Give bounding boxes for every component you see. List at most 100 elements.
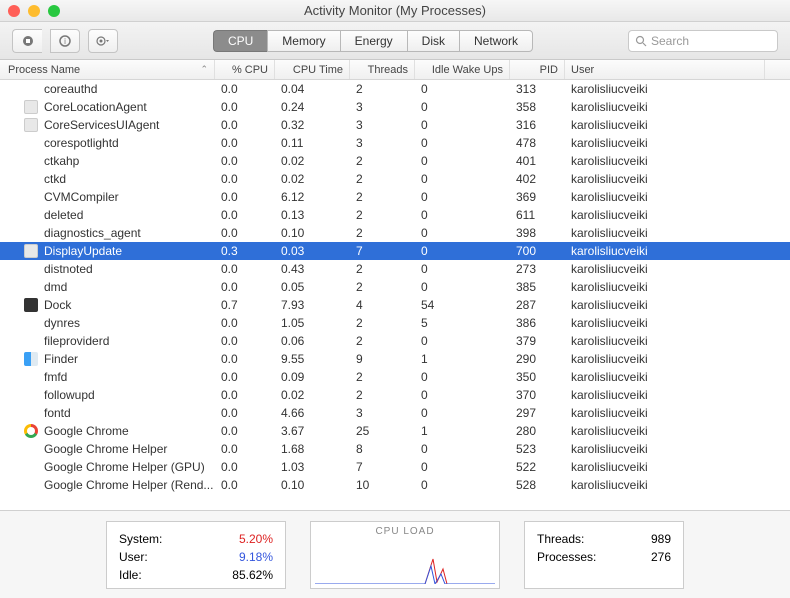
table-row[interactable]: Google Chrome Helper0.01.6880523karolisl… xyxy=(0,440,790,458)
inspect-process-button[interactable]: i xyxy=(50,29,80,53)
pid-value: 402 xyxy=(510,172,565,186)
settings-button[interactable] xyxy=(88,29,118,53)
pid-value: 523 xyxy=(510,442,565,456)
pid-value: 398 xyxy=(510,226,565,240)
table-row[interactable]: coreauthd0.00.0420313karolisliucveiki xyxy=(0,80,790,98)
table-row[interactable]: ctkahp0.00.0220401karolisliucveiki xyxy=(0,152,790,170)
search-input[interactable]: Search xyxy=(628,30,778,52)
pid-value: 478 xyxy=(510,136,565,150)
threads-value: 3 xyxy=(350,406,415,420)
pid-value: 700 xyxy=(510,244,565,258)
threads-value: 2 xyxy=(350,190,415,204)
process-icon xyxy=(24,100,38,114)
col-idle-wake[interactable]: Idle Wake Ups xyxy=(415,60,510,79)
process-name: dmd xyxy=(44,280,67,294)
table-row[interactable]: distnoted0.00.4320273karolisliucveiki xyxy=(0,260,790,278)
threads-value: 3 xyxy=(350,136,415,150)
user-value: karolisliucveiki xyxy=(565,334,765,348)
search-placeholder: Search xyxy=(651,34,689,48)
table-row[interactable]: dmd0.00.0520385karolisliucveiki xyxy=(0,278,790,296)
cpu-value: 0.0 xyxy=(215,136,275,150)
user-value: karolisliucveiki xyxy=(565,478,765,492)
tab-memory[interactable]: Memory xyxy=(267,30,339,52)
cputime-value: 7.93 xyxy=(275,298,350,312)
window-title: Activity Monitor (My Processes) xyxy=(0,3,790,18)
col-threads[interactable]: Threads xyxy=(350,60,415,79)
process-name: fileproviderd xyxy=(44,334,109,348)
process-name: distnoted xyxy=(44,262,93,276)
close-icon[interactable] xyxy=(8,5,20,17)
table-row[interactable]: fileproviderd0.00.0620379karolisliucveik… xyxy=(0,332,790,350)
wake-value: 0 xyxy=(415,370,510,384)
minimize-icon[interactable] xyxy=(28,5,40,17)
svg-text:i: i xyxy=(64,37,66,46)
col-user[interactable]: User xyxy=(565,60,765,79)
col-cpu-time[interactable]: CPU Time xyxy=(275,60,350,79)
user-value: karolisliucveiki xyxy=(565,190,765,204)
table-row[interactable]: CoreServicesUIAgent0.00.3230316karolisli… xyxy=(0,116,790,134)
user-value: karolisliucveiki xyxy=(565,298,765,312)
cputime-value: 4.66 xyxy=(275,406,350,420)
threads-value: 2 xyxy=(350,316,415,330)
col-process-name[interactable]: Process Name⌃ xyxy=(0,60,215,79)
table-row[interactable]: fontd0.04.6630297karolisliucveiki xyxy=(0,404,790,422)
cputime-value: 1.68 xyxy=(275,442,350,456)
process-name: ctkd xyxy=(44,172,66,186)
tab-disk[interactable]: Disk xyxy=(407,30,459,52)
wake-value: 0 xyxy=(415,460,510,474)
table-body: coreauthd0.00.0420313karolisliucveikiCor… xyxy=(0,80,790,494)
table-row[interactable]: CoreLocationAgent0.00.2430358karolisliuc… xyxy=(0,98,790,116)
process-name: CoreLocationAgent xyxy=(44,100,147,114)
pid-value: 528 xyxy=(510,478,565,492)
table-row[interactable]: dynres0.01.0525386karolisliucveiki xyxy=(0,314,790,332)
cpu-value: 0.0 xyxy=(215,388,275,402)
idle-value: 85.62% xyxy=(232,566,273,584)
pid-value: 280 xyxy=(510,424,565,438)
cpu-value: 0.0 xyxy=(215,280,275,294)
process-name: Dock xyxy=(44,298,71,312)
process-name: Google Chrome Helper (GPU) xyxy=(44,460,205,474)
table-row[interactable]: Finder0.09.5591290karolisliucveiki xyxy=(0,350,790,368)
threads-value: 2 xyxy=(350,334,415,348)
table-row[interactable]: ctkd0.00.0220402karolisliucveiki xyxy=(0,170,790,188)
wake-value: 0 xyxy=(415,388,510,402)
user-value: karolisliucveiki xyxy=(565,136,765,150)
pid-value: 522 xyxy=(510,460,565,474)
col-pid[interactable]: PID xyxy=(510,60,565,79)
col-cpu[interactable]: % CPU xyxy=(215,60,275,79)
titlebar: Activity Monitor (My Processes) xyxy=(0,0,790,22)
table-row[interactable]: deleted0.00.1320611karolisliucveiki xyxy=(0,206,790,224)
threads-value: 4 xyxy=(350,298,415,312)
stop-process-button[interactable] xyxy=(12,29,42,53)
process-icon xyxy=(24,424,38,438)
process-name: followupd xyxy=(44,388,95,402)
user-value: karolisliucveiki xyxy=(565,262,765,276)
table-row[interactable]: followupd0.00.0220370karolisliucveiki xyxy=(0,386,790,404)
cputime-value: 3.67 xyxy=(275,424,350,438)
table-row[interactable]: DisplayUpdate0.30.0370700karolisliucveik… xyxy=(0,242,790,260)
table-row[interactable]: diagnostics_agent0.00.1020398karolisliuc… xyxy=(0,224,790,242)
pid-value: 379 xyxy=(510,334,565,348)
cpu-value: 0.0 xyxy=(215,316,275,330)
table-row[interactable]: fmfd0.00.0920350karolisliucveiki xyxy=(0,368,790,386)
threads-value: 3 xyxy=(350,118,415,132)
table-row[interactable]: Dock0.77.93454287karolisliucveiki xyxy=(0,296,790,314)
table-row[interactable]: CVMCompiler0.06.1220369karolisliucveiki xyxy=(0,188,790,206)
cputime-value: 0.06 xyxy=(275,334,350,348)
user-value: 9.18% xyxy=(239,548,273,566)
tab-energy[interactable]: Energy xyxy=(340,30,407,52)
wake-value: 0 xyxy=(415,154,510,168)
table-row[interactable]: Google Chrome0.03.67251280karolisliucvei… xyxy=(0,422,790,440)
tab-cpu[interactable]: CPU xyxy=(213,30,267,52)
table-row[interactable]: Google Chrome Helper (Rend...0.00.101005… xyxy=(0,476,790,494)
table-row[interactable]: Google Chrome Helper (GPU)0.01.0370522ka… xyxy=(0,458,790,476)
cputime-value: 0.02 xyxy=(275,172,350,186)
tab-network[interactable]: Network xyxy=(459,30,533,52)
cputime-value: 6.12 xyxy=(275,190,350,204)
table-row[interactable]: corespotlightd0.00.1130478karolisliucvei… xyxy=(0,134,790,152)
process-name: Google Chrome xyxy=(44,424,129,438)
maximize-icon[interactable] xyxy=(48,5,60,17)
system-label: System: xyxy=(119,530,162,548)
user-value: karolisliucveiki xyxy=(565,316,765,330)
process-icon xyxy=(24,352,38,366)
